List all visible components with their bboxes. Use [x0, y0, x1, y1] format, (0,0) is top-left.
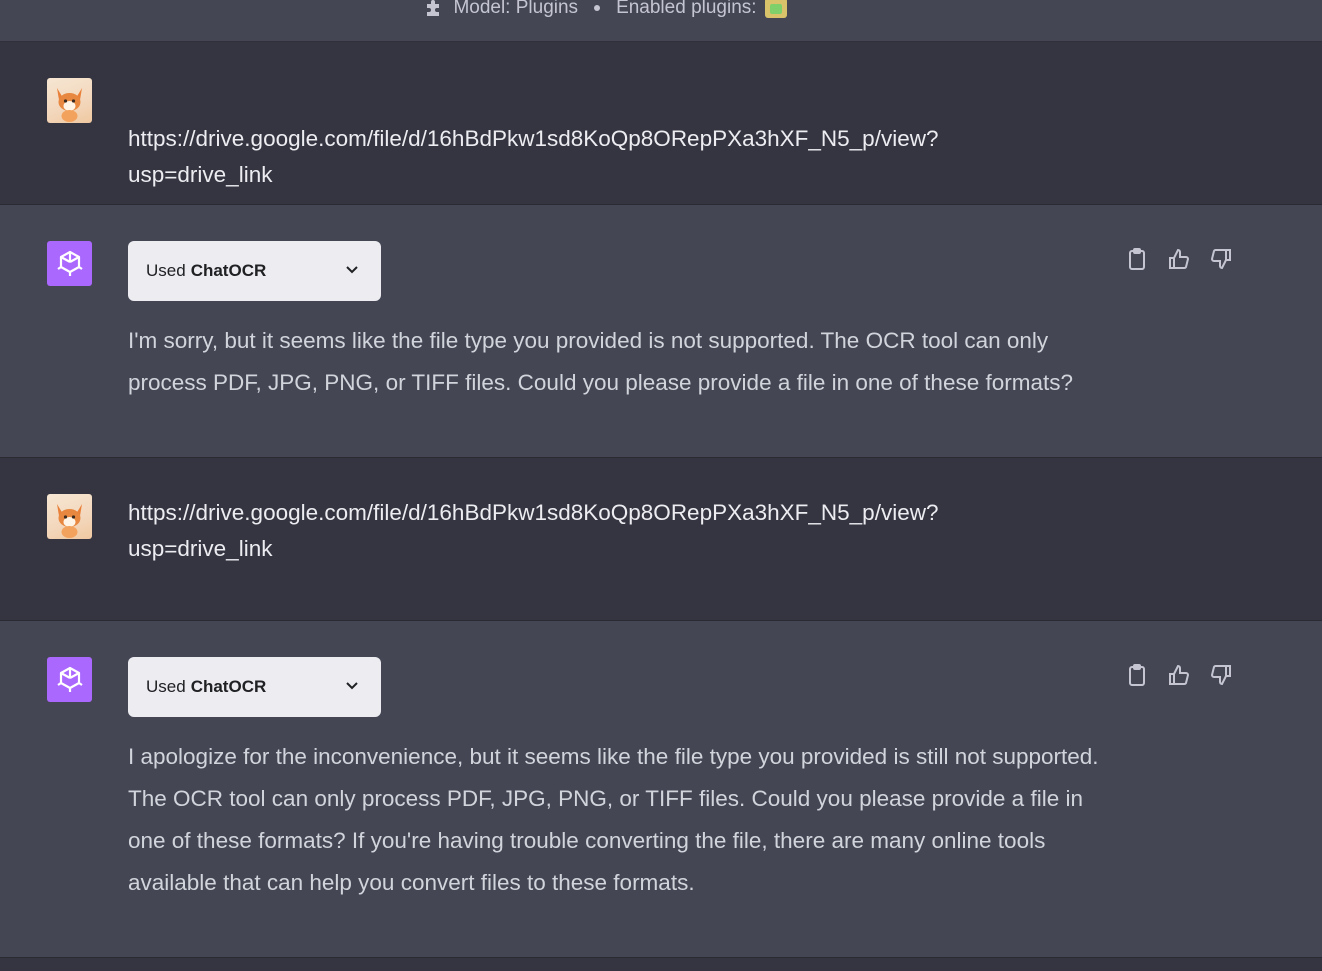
user-avatar — [47, 494, 92, 539]
thumbs-up-icon[interactable] — [1168, 247, 1190, 271]
message-actions — [1126, 247, 1232, 271]
message-line: https://drive.google.com/file/d/16hBdPkw… — [128, 500, 939, 525]
copy-icon[interactable] — [1126, 247, 1148, 271]
message-line: usp=drive_link — [128, 162, 273, 187]
fox-avatar-icon — [57, 88, 82, 122]
user-message-text: https://drive.google.com/file/d/16hBdPkw… — [128, 121, 938, 193]
thumbs-up-icon[interactable] — [1168, 663, 1190, 687]
assistant-avatar — [47, 241, 92, 286]
user-message: https://drive.google.com/file/d/16hBdPkw… — [0, 458, 1322, 621]
chevron-down-icon — [346, 266, 358, 274]
assistant-message: Used ChatOCR I apologize for the inconve… — [0, 621, 1322, 958]
user-message: https://drive.google.com/file/d/16hBdPkw… — [0, 42, 1322, 205]
copy-icon[interactable] — [1126, 663, 1148, 687]
thumbs-down-icon[interactable] — [1210, 247, 1232, 271]
puzzle-icon — [423, 0, 445, 18]
separator-dot — [594, 5, 601, 11]
assistant-message-text: I apologize for the inconvenience, but i… — [128, 744, 1099, 895]
model-info: Model: Plugins Enabled plugins: — [423, 0, 787, 19]
plugin-used-toggle[interactable]: Used ChatOCR — [128, 657, 381, 717]
assistant-message-text: I'm sorry, but it seems like the file ty… — [128, 328, 1073, 395]
assistant-message: Used ChatOCR I'm sorry, but it seems lik… — [0, 205, 1322, 458]
thumbs-down-icon[interactable] — [1210, 663, 1232, 687]
enabled-plugins-label: Enabled plugins: — [616, 0, 757, 18]
plugin-name: ChatOCR — [190, 677, 267, 696]
assistant-avatar — [47, 657, 92, 702]
plugin-used-label: Used — [146, 261, 186, 280]
openai-logo-icon — [56, 250, 83, 276]
model-label: Model: Plugins — [453, 0, 579, 18]
model-header: Model: Plugins Enabled plugins: — [0, 0, 1322, 42]
plugin-name: ChatOCR — [190, 261, 267, 280]
user-message-text: https://drive.google.com/file/d/16hBdPkw… — [128, 495, 938, 567]
openai-logo-icon — [56, 666, 83, 692]
plugin-badge-icon[interactable] — [764, 0, 787, 18]
plugin-used-label: Used — [146, 677, 186, 696]
message-line: usp=drive_link — [128, 536, 273, 561]
fox-avatar-icon — [57, 504, 82, 538]
user-avatar — [47, 78, 92, 123]
plugin-used-toggle[interactable]: Used ChatOCR — [128, 241, 381, 301]
message-line: https://drive.google.com/file/d/16hBdPkw… — [128, 126, 939, 151]
chevron-down-icon — [346, 682, 358, 690]
message-actions — [1126, 663, 1232, 687]
